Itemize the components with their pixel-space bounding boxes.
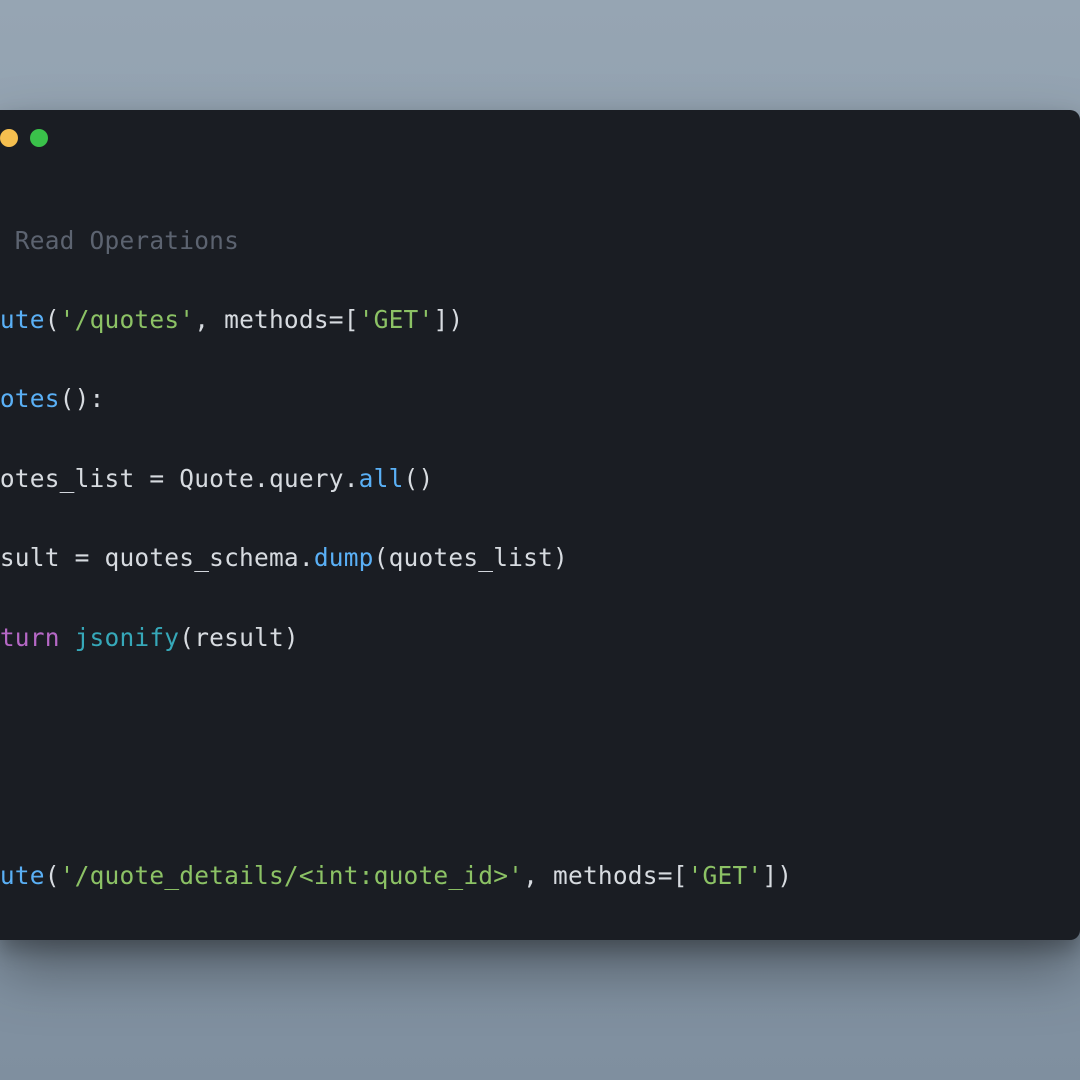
code-line: result = quotes_schema.dump(quotes_list) bbox=[0, 538, 1080, 578]
code-window: ote Read Operations .route('/quotes', me… bbox=[0, 110, 1080, 940]
code-line: quotes_list = Quote.query.all() bbox=[0, 459, 1080, 499]
window-zoom-icon[interactable] bbox=[30, 129, 48, 147]
code-line: quotes(): bbox=[0, 379, 1080, 419]
code-line: return jsonify(result) bbox=[0, 618, 1080, 658]
code-line: quote_details(quote_id: int): bbox=[0, 935, 1080, 940]
window-minimize-icon[interactable] bbox=[0, 129, 18, 147]
code-comment: ote Read Operations bbox=[0, 226, 239, 255]
code-line: .route('/quotes', methods=['GET']) bbox=[0, 300, 1080, 340]
code-line bbox=[0, 776, 1080, 816]
code-line bbox=[0, 697, 1080, 737]
code-line: .route('/quote_details/<int:quote_id>', … bbox=[0, 856, 1080, 896]
window-titlebar bbox=[0, 110, 1080, 165]
code-editor: ote Read Operations .route('/quotes', me… bbox=[0, 165, 1080, 940]
code-line: ote Read Operations bbox=[0, 221, 1080, 261]
